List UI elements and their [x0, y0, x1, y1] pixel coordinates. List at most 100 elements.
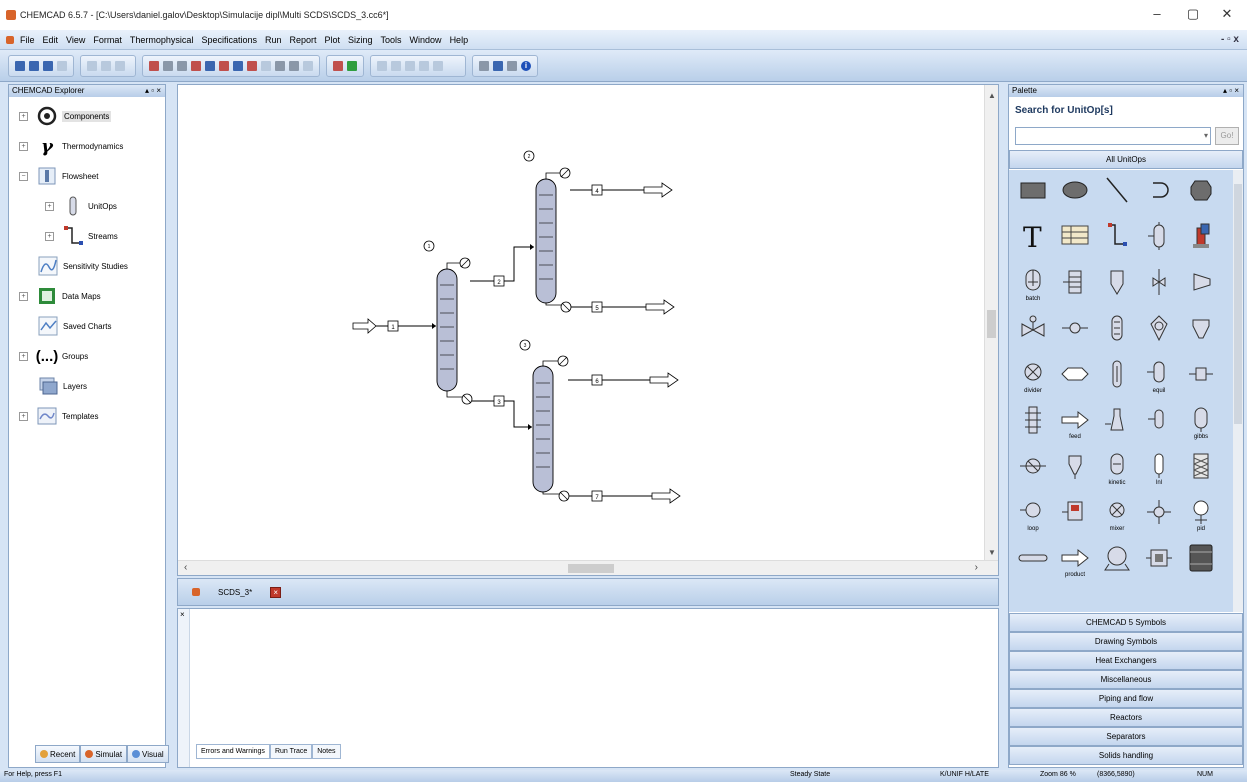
rotate-icon[interactable] — [247, 60, 257, 71]
collapse-icon[interactable]: − — [19, 171, 28, 181]
tree-item-unitops[interactable]: + UnitOps — [45, 195, 117, 217]
tree-item-components[interactable]: + Components — [19, 105, 112, 127]
thermo-icon[interactable] — [163, 60, 173, 71]
feed-icon[interactable]: feed — [1055, 404, 1095, 450]
ellipse-icon[interactable] — [1055, 174, 1095, 220]
scroll-up-icon[interactable]: ▲ — [988, 91, 996, 100]
category-piping-and-flow[interactable]: Piping and flow — [1009, 689, 1243, 708]
controller-icon[interactable] — [1055, 496, 1095, 542]
category-drawing-symbols[interactable]: Drawing Symbols — [1009, 632, 1243, 651]
search-unitops-input[interactable]: ▾ — [1015, 127, 1211, 145]
loop-icon[interactable]: loop — [1013, 496, 1053, 542]
palette-view-icon[interactable] — [479, 60, 489, 71]
flowsheet-diagram[interactable]: 1 1 2 3 2 4 5 3 6 7 — [178, 85, 984, 561]
category-separators[interactable]: Separators — [1009, 727, 1243, 746]
menu-file[interactable]: File — [20, 35, 35, 45]
menu-format[interactable]: Format — [93, 35, 122, 45]
menu-specifications[interactable]: Specifications — [201, 35, 257, 45]
run-icon[interactable] — [347, 60, 357, 71]
tree-item-templates[interactable]: + Templates — [19, 405, 98, 427]
tab-run-trace[interactable]: Run Trace — [269, 744, 313, 759]
tab-notes[interactable]: Notes — [312, 744, 341, 759]
menu-tools[interactable]: Tools — [381, 35, 402, 45]
reactor-icon[interactable] — [1139, 312, 1179, 358]
tree-item-streams[interactable]: + Streams — [45, 225, 118, 247]
category-reactors[interactable]: Reactors — [1009, 708, 1243, 727]
scroll-down-icon[interactable]: ▼ — [988, 548, 996, 557]
zoom-icon[interactable] — [275, 60, 285, 71]
kinetic-reactor-icon[interactable]: kinetic — [1097, 450, 1137, 496]
palette-scrollbar[interactable] — [1233, 170, 1243, 612]
copy-icon[interactable] — [101, 60, 111, 71]
about-icon[interactable]: i — [521, 60, 531, 71]
polygon-icon[interactable] — [1181, 174, 1221, 220]
tree-item-sensitivity-studies[interactable]: Sensitivity Studies — [37, 255, 128, 277]
menu-run[interactable]: Run — [265, 35, 282, 45]
tower-icon[interactable] — [1097, 358, 1137, 404]
canvas-horizontal-scrollbar[interactable]: ‹ › — [178, 560, 998, 575]
product-arrow-icon[interactable] — [645, 299, 675, 315]
expand-icon[interactable]: + — [19, 111, 28, 121]
document-menu-icon[interactable] — [6, 35, 14, 44]
expand-icon[interactable]: + — [45, 231, 54, 241]
flip-icon[interactable] — [261, 60, 271, 71]
tree-item-groups[interactable]: + (...) Groups — [19, 345, 88, 367]
rectangle-icon[interactable] — [1013, 174, 1053, 220]
canvas-vertical-scrollbar[interactable]: ▲ ▼ — [984, 85, 998, 561]
category-chemcad-5-symbols[interactable]: CHEMCAD 5 Symbols — [1009, 613, 1243, 632]
menu-report[interactable]: Report — [289, 35, 316, 45]
node-diamond-icon[interactable] — [1139, 496, 1179, 542]
node-icon[interactable] — [1055, 312, 1095, 358]
category-miscellaneous[interactable]: Miscellaneous — [1009, 670, 1243, 689]
tree-item-saved-charts[interactable]: Saved Charts — [37, 315, 111, 337]
save-file-icon[interactable] — [43, 60, 53, 71]
expand-icon[interactable]: + — [19, 141, 28, 151]
filter-icon[interactable] — [1097, 266, 1137, 312]
batch-icon[interactable]: batch — [1013, 266, 1053, 312]
step-icon[interactable] — [377, 60, 387, 71]
tree-item-thermodynamics[interactable]: + γ Thermodynamics — [19, 135, 123, 157]
scroll-right-icon[interactable]: › — [975, 562, 978, 573]
product-arrow-icon[interactable] — [651, 488, 681, 504]
align-icon[interactable] — [303, 60, 313, 71]
close-document-icon[interactable]: × — [270, 586, 282, 598]
product-arrow-icon[interactable] — [649, 372, 679, 388]
print-icon[interactable] — [57, 60, 67, 71]
text-icon[interactable]: T — [1013, 220, 1053, 266]
gamma-toolbar-icon[interactable] — [289, 60, 299, 71]
feed-arrow-icon[interactable] — [352, 318, 377, 334]
scroll-thumb[interactable] — [1234, 184, 1242, 424]
stream-label-5[interactable]: 5 — [591, 301, 603, 313]
tree-item-data-maps[interactable]: + Data Maps — [19, 285, 101, 307]
close-button[interactable]: ✕ — [1212, 6, 1242, 22]
expand-icon[interactable]: + — [19, 351, 28, 361]
dryer-icon[interactable] — [1181, 542, 1221, 588]
stream-spec-icon[interactable] — [191, 60, 201, 71]
close-messages-icon[interactable]: × — [178, 610, 185, 619]
menu-thermophysical[interactable]: Thermophysical — [130, 35, 194, 45]
flash-icon[interactable] — [1139, 220, 1179, 266]
distillation-column-3[interactable]: 3 — [519, 339, 570, 502]
tree-item-layers[interactable]: Layers — [37, 375, 87, 397]
scroll-thumb[interactable] — [568, 564, 614, 573]
expand-icon[interactable]: + — [19, 291, 28, 301]
expand-icon[interactable]: + — [45, 201, 54, 211]
divider-icon[interactable]: divider — [1013, 358, 1053, 404]
line-icon[interactable] — [1097, 174, 1137, 220]
pointer-icon[interactable] — [219, 60, 229, 71]
messages-view-icon[interactable] — [507, 60, 517, 71]
arc-icon[interactable] — [1139, 174, 1179, 220]
mixer-icon[interactable]: mixer — [1097, 496, 1137, 542]
palette-panel-controls[interactable]: ▴ ▫ × — [1223, 85, 1239, 97]
scroll-thumb[interactable] — [987, 310, 996, 338]
tree-item-flowsheet[interactable]: − Flowsheet — [19, 165, 98, 187]
menu-edit[interactable]: Edit — [43, 35, 59, 45]
distillation-column-1[interactable]: 1 — [423, 240, 473, 405]
category-solids-handling[interactable]: Solids handling — [1009, 746, 1243, 765]
tab-recent[interactable]: Recent — [35, 745, 81, 763]
tab-simulation[interactable]: Simulat — [80, 745, 128, 763]
heat-exchanger-vertical-icon[interactable] — [1097, 312, 1137, 358]
go-button[interactable]: Go! — [1215, 127, 1239, 145]
menu-window[interactable]: Window — [410, 35, 442, 45]
step-next-icon[interactable] — [391, 60, 401, 71]
